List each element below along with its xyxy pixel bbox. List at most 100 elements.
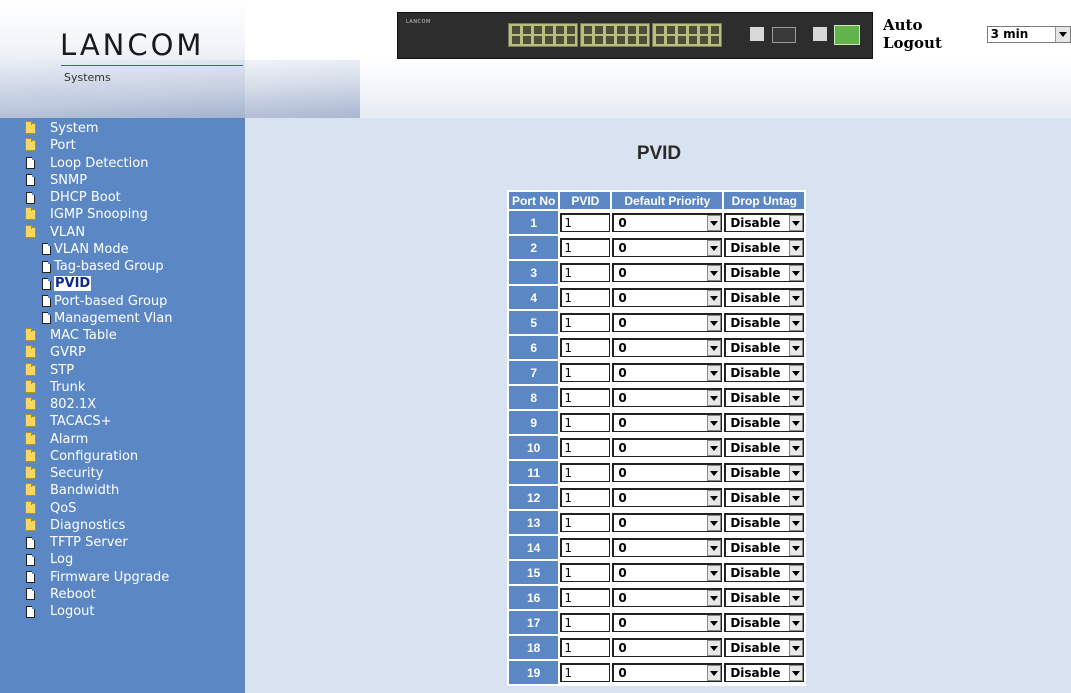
chevron-down-icon[interactable] <box>789 640 804 656</box>
chevron-down-icon[interactable] <box>707 265 722 281</box>
chevron-down-icon[interactable] <box>707 665 722 681</box>
pvid-input[interactable]: 1 <box>560 438 611 457</box>
sidebar-item[interactable]: 802.1X <box>25 396 96 413</box>
chevron-down-icon[interactable] <box>707 465 722 481</box>
chevron-down-icon[interactable] <box>707 615 722 631</box>
chevron-down-icon[interactable] <box>707 215 722 231</box>
pvid-input[interactable]: 1 <box>560 488 611 507</box>
chevron-down-icon[interactable] <box>789 440 804 456</box>
sidebar-item[interactable]: QoS <box>25 500 76 517</box>
default-priority-select[interactable]: 0 <box>612 388 723 407</box>
default-priority-select[interactable]: 0 <box>612 663 723 682</box>
default-priority-select[interactable]: 0 <box>612 338 723 357</box>
drop-untag-select[interactable]: Disable <box>724 413 805 432</box>
chevron-down-icon[interactable] <box>789 340 804 356</box>
sidebar-item[interactable]: Logout <box>25 603 95 620</box>
chevron-down-icon[interactable] <box>1055 26 1070 42</box>
drop-untag-select[interactable]: Disable <box>724 613 805 632</box>
chevron-down-icon[interactable] <box>789 615 804 631</box>
chevron-down-icon[interactable] <box>789 265 804 281</box>
chevron-down-icon[interactable] <box>789 665 804 681</box>
drop-untag-select[interactable]: Disable <box>724 488 805 507</box>
chevron-down-icon[interactable] <box>789 365 804 381</box>
sidebar-item[interactable]: Alarm <box>25 431 88 448</box>
drop-untag-select[interactable]: Disable <box>724 663 805 682</box>
default-priority-select[interactable]: 0 <box>612 413 723 432</box>
chevron-down-icon[interactable] <box>707 290 722 306</box>
chevron-down-icon[interactable] <box>789 490 804 506</box>
sidebar-item[interactable]: TACACS+ <box>25 413 112 430</box>
sidebar-item[interactable]: Management Vlan <box>41 310 172 327</box>
chevron-down-icon[interactable] <box>789 240 804 256</box>
pvid-input[interactable]: 1 <box>560 238 611 257</box>
chevron-down-icon[interactable] <box>707 440 722 456</box>
sidebar-item[interactable]: Loop Detection <box>25 155 148 172</box>
sidebar-item[interactable]: IGMP Snooping <box>25 206 148 223</box>
default-priority-select[interactable]: 0 <box>612 513 723 532</box>
chevron-down-icon[interactable] <box>707 565 722 581</box>
pvid-input[interactable]: 1 <box>560 213 611 232</box>
default-priority-select[interactable]: 0 <box>612 363 723 382</box>
sidebar-item[interactable]: VLAN <box>25 224 85 241</box>
sidebar-item[interactable]: Reboot <box>25 586 96 603</box>
drop-untag-select[interactable]: Disable <box>724 588 805 607</box>
sidebar-item[interactable]: DHCP Boot <box>25 189 121 206</box>
drop-untag-select[interactable]: Disable <box>724 288 805 307</box>
sidebar-item[interactable]: Security <box>25 465 103 482</box>
chevron-down-icon[interactable] <box>707 515 722 531</box>
sidebar-item[interactable]: Firmware Upgrade <box>25 569 169 586</box>
sidebar-item[interactable]: Diagnostics <box>25 517 125 534</box>
sidebar-item[interactable]: Port <box>25 137 76 154</box>
sidebar-item[interactable]: Configuration <box>25 448 138 465</box>
default-priority-select[interactable]: 0 <box>612 313 723 332</box>
drop-untag-select[interactable]: Disable <box>724 513 805 532</box>
default-priority-select[interactable]: 0 <box>612 238 723 257</box>
drop-untag-select[interactable]: Disable <box>724 238 805 257</box>
default-priority-select[interactable]: 0 <box>612 638 723 657</box>
chevron-down-icon[interactable] <box>707 590 722 606</box>
pvid-input[interactable]: 1 <box>560 463 611 482</box>
pvid-input[interactable]: 1 <box>560 263 611 282</box>
default-priority-select[interactable]: 0 <box>612 538 723 557</box>
default-priority-select[interactable]: 0 <box>612 438 723 457</box>
pvid-input[interactable]: 1 <box>560 513 611 532</box>
chevron-down-icon[interactable] <box>789 390 804 406</box>
pvid-input[interactable]: 1 <box>560 313 611 332</box>
chevron-down-icon[interactable] <box>789 315 804 331</box>
chevron-down-icon[interactable] <box>707 365 722 381</box>
pvid-input[interactable]: 1 <box>560 588 611 607</box>
chevron-down-icon[interactable] <box>789 465 804 481</box>
drop-untag-select[interactable]: Disable <box>724 388 805 407</box>
drop-untag-select[interactable]: Disable <box>724 338 805 357</box>
chevron-down-icon[interactable] <box>789 215 804 231</box>
chevron-down-icon[interactable] <box>707 340 722 356</box>
chevron-down-icon[interactable] <box>789 590 804 606</box>
default-priority-select[interactable]: 0 <box>612 588 723 607</box>
sidebar-item[interactable]: STP <box>25 362 74 379</box>
sidebar-item[interactable]: GVRP <box>25 344 86 361</box>
pvid-input[interactable]: 1 <box>560 388 611 407</box>
pvid-input[interactable]: 1 <box>560 638 611 657</box>
default-priority-select[interactable]: 0 <box>612 563 723 582</box>
chevron-down-icon[interactable] <box>789 565 804 581</box>
pvid-input[interactable]: 1 <box>560 363 611 382</box>
chevron-down-icon[interactable] <box>707 240 722 256</box>
default-priority-select[interactable]: 0 <box>612 613 723 632</box>
chevron-down-icon[interactable] <box>789 515 804 531</box>
pvid-input[interactable]: 1 <box>560 288 611 307</box>
drop-untag-select[interactable]: Disable <box>724 363 805 382</box>
default-priority-select[interactable]: 0 <box>612 463 723 482</box>
chevron-down-icon[interactable] <box>789 540 804 556</box>
sidebar-item[interactable]: PVID <box>41 275 92 292</box>
drop-untag-select[interactable]: Disable <box>724 313 805 332</box>
drop-untag-select[interactable]: Disable <box>724 538 805 557</box>
chevron-down-icon[interactable] <box>707 315 722 331</box>
chevron-down-icon[interactable] <box>707 540 722 556</box>
chevron-down-icon[interactable] <box>707 490 722 506</box>
drop-untag-select[interactable]: Disable <box>724 263 805 282</box>
drop-untag-select[interactable]: Disable <box>724 638 805 657</box>
chevron-down-icon[interactable] <box>789 415 804 431</box>
pvid-input[interactable]: 1 <box>560 663 611 682</box>
sidebar-item[interactable]: TFTP Server <box>25 534 128 551</box>
drop-untag-select[interactable]: Disable <box>724 463 805 482</box>
